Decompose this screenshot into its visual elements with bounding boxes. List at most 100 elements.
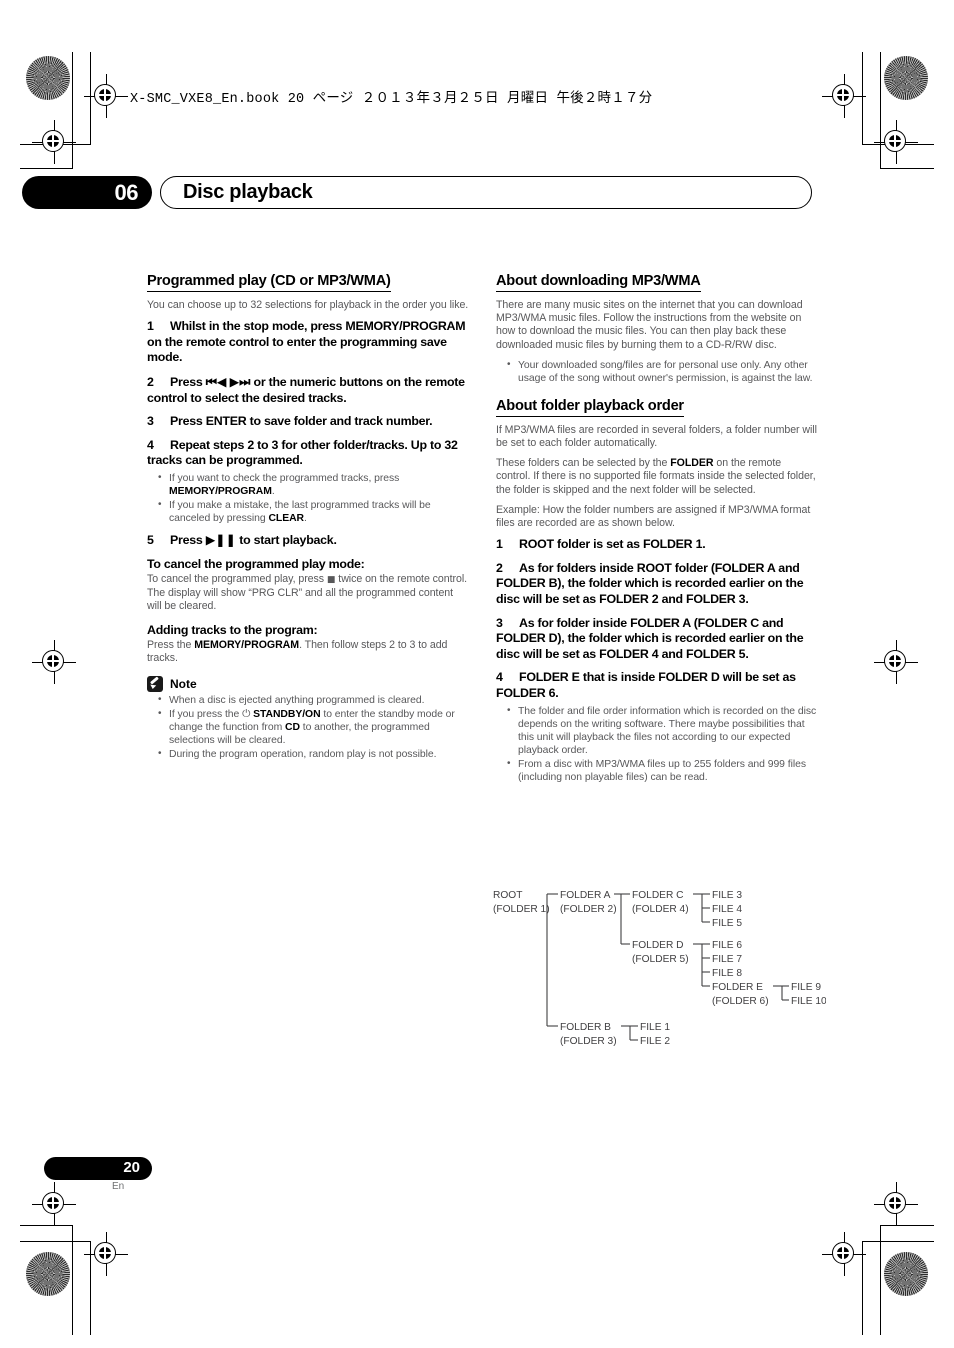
- step-4-bullet-list: If you want to check the programmed trac…: [147, 471, 469, 525]
- registration-mark-lower-left: [32, 1182, 76, 1226]
- bullet-text-post: .: [271, 485, 275, 497]
- registration-mark-top-left: [84, 74, 128, 118]
- folder-step-4-bullet-list: The folder and file order information wh…: [496, 704, 818, 784]
- tree-label-folder-c-name: FOLDER C: [632, 890, 684, 901]
- tree-label-folder-d-num: (FOLDER 5): [632, 954, 689, 965]
- page-number-pill: 20: [44, 1157, 152, 1180]
- folder-step-4: 4 FOLDER E that is inside FOLDER D will b…: [496, 670, 818, 701]
- crop-line-bottom-right-h2: [880, 1225, 934, 1226]
- tree-label-file-7: FILE 7: [712, 954, 742, 965]
- folder-order-title: About folder playback order: [496, 398, 684, 417]
- left-text-column: Programmed play (CD or MP3/WMA) You can …: [147, 272, 469, 768]
- step-5-text-b: to start playback.: [239, 532, 337, 547]
- crop-line-top-left-h2: [20, 144, 91, 145]
- tree-label-folder-e-num: (FOLDER 6): [712, 996, 769, 1007]
- tree-label-folder-a-num: (FOLDER 2): [560, 904, 617, 915]
- tree-label-root-num: (FOLDER 1): [493, 904, 550, 915]
- color-registration-patch-bottom-right: [884, 1252, 928, 1296]
- folder-step-4-text: FOLDER E that is inside FOLDER D will be…: [496, 670, 796, 700]
- download-section-header: About downloading MP3/WMA: [496, 272, 818, 294]
- folder-step-2-text: As for folders inside ROOT folder (FOLDE…: [496, 560, 804, 607]
- tree-label-root-name: ROOT: [493, 890, 522, 901]
- programmed-step-3: 3 Press ENTER to save folder and track nu…: [147, 414, 469, 430]
- crop-line-bottom-left-v1: [72, 1225, 73, 1335]
- crop-line-top-left-v2: [90, 52, 91, 144]
- folder-step-1-text: ROOT folder is set as FOLDER 1.: [519, 537, 706, 552]
- cd-keyword: CD: [285, 721, 300, 733]
- note-bullet-text: When a disc is ejected anything programm…: [169, 694, 425, 706]
- programmed-play-intro: You can choose up to 32 selections for p…: [147, 299, 469, 311]
- registration-mark-bottom-left: [84, 1232, 128, 1276]
- book-file-header: X-SMC_VXE8_En.book 20 ページ ２０１３年３月２５日 月曜日…: [130, 92, 653, 107]
- tree-label-folder-d-name: FOLDER D: [632, 940, 684, 951]
- cancel-programmed-play-body: To cancel the programmed play, press ■ t…: [147, 573, 469, 614]
- list-item: If you press the ⏻ STANDBY/ON to enter t…: [147, 707, 469, 747]
- list-item: The folder and file order information wh…: [496, 704, 818, 757]
- crop-line-bottom-right-v2: [880, 1225, 881, 1335]
- programmed-play-title: Programmed play (CD or MP3/WMA): [147, 273, 391, 292]
- folder-structure-diagram: ROOT (FOLDER 1) FOLDER A (FOLDER 2) FOLD…: [493, 890, 826, 1047]
- note-label: Note: [170, 676, 197, 691]
- crop-line-bottom-right-v1: [862, 1241, 863, 1335]
- note-bullet-text: During the program operation, random pla…: [169, 748, 437, 760]
- crop-line-bottom-left-h1: [20, 1225, 73, 1226]
- crop-line-top-left-h1: [20, 168, 73, 169]
- adding-tracks-heading: Adding tracks to the program:: [147, 623, 318, 638]
- tree-label-file-6: FILE 6: [712, 940, 742, 951]
- adding-tracks-body: Press the MEMORY/PROGRAM. Then follow st…: [147, 639, 469, 665]
- folder-step-1: 1 ROOT folder is set as FOLDER 1.: [496, 537, 818, 553]
- programmed-step-4: 4 Repeat steps 2 to 3 for other folder/tr…: [147, 438, 469, 469]
- folder-step-3-text: As for folder inside FOLDER A (FOLDER C …: [496, 615, 804, 661]
- tree-label-folder-c-num: (FOLDER 4): [632, 904, 689, 915]
- folder-order-paragraph-3: Example: How the folder numbers are assi…: [496, 503, 811, 530]
- crop-line-top-right-v2: [880, 52, 881, 168]
- chapter-number-banner: 06: [22, 176, 152, 209]
- adding-keyword: MEMORY/PROGRAM: [194, 639, 300, 652]
- list-item: If you make a mistake, the last programm…: [147, 498, 469, 525]
- color-registration-patch-top-right: [884, 56, 928, 100]
- programmed-step-5: 5 Press ▶❚❚ to start playback.: [147, 532, 469, 549]
- tree-label-file-2: FILE 2: [640, 1036, 670, 1047]
- registration-mark-upper-right: [874, 120, 918, 164]
- programmed-step-2: 2 Press ⏮◀ ▶⏭ or the numeric buttons on t…: [147, 374, 469, 406]
- list-item: If you want to check the programmed trac…: [147, 471, 469, 498]
- tree-label-folder-e-name: FOLDER E: [712, 982, 763, 993]
- step-1-text: Whilst in the stop mode, press MEMORY/PR…: [147, 319, 466, 365]
- color-registration-patch-top-left: [26, 56, 70, 100]
- bullet-text-post: .: [304, 512, 307, 524]
- folder-order-paragraph-1: If MP3/WMA files are recorded in several…: [496, 423, 817, 450]
- skip-forward-icon: ▶⏭: [229, 373, 251, 389]
- tree-label-folder-b-name: FOLDER B: [560, 1022, 611, 1033]
- registration-mark-upper-left: [32, 120, 76, 164]
- adding-text-pre: Press the: [147, 639, 195, 652]
- folder-order-paragraph-2: These folders can be selected by the FOL…: [496, 457, 818, 497]
- note-bullet-list: When a disc is ejected anything programm…: [147, 693, 469, 761]
- tree-label-file-4: FILE 4: [712, 904, 742, 915]
- step-1-number: 1: [147, 319, 154, 334]
- page-title: Disc playback: [183, 181, 313, 203]
- note-bullet-pre: If you press the ⏻: [169, 708, 254, 720]
- step-3-number: 3: [147, 414, 154, 429]
- folder-step-1-number: 1: [496, 537, 503, 552]
- download-bullet-list: Your downloaded song/files are for perso…: [496, 358, 818, 385]
- tree-label-file-9: FILE 9: [791, 982, 821, 993]
- step-3-text: Press ENTER to save folder and track num…: [170, 414, 433, 429]
- right-text-column: About downloading MP3/WMA There are many…: [496, 272, 818, 791]
- chapter-number: 06: [114, 180, 139, 205]
- bullet-keyword: CLEAR: [268, 512, 304, 524]
- play-pause-icon: ▶❚❚: [205, 531, 237, 547]
- crop-line-bottom-right-h1: [862, 1241, 934, 1242]
- folder-order-section-header: About folder playback order: [496, 397, 818, 419]
- skip-back-icon: ⏮◀: [205, 373, 227, 389]
- pencil-note-icon: [147, 675, 163, 692]
- crop-line-bottom-left-h2: [20, 1241, 91, 1242]
- crop-line-top-left-v1: [72, 52, 73, 168]
- step-5-text-a: Press: [170, 532, 203, 547]
- step-5-number: 5: [147, 532, 154, 547]
- download-body: There are many music sites on the intern…: [496, 299, 803, 351]
- note-header: Note: [147, 675, 469, 692]
- step-2-number: 2: [147, 374, 154, 389]
- page-language-code: En: [112, 1181, 125, 1192]
- folder-step-3: 3 As for folder inside FOLDER A (FOLDER C…: [496, 616, 818, 663]
- download-title: About downloading MP3/WMA: [496, 273, 701, 292]
